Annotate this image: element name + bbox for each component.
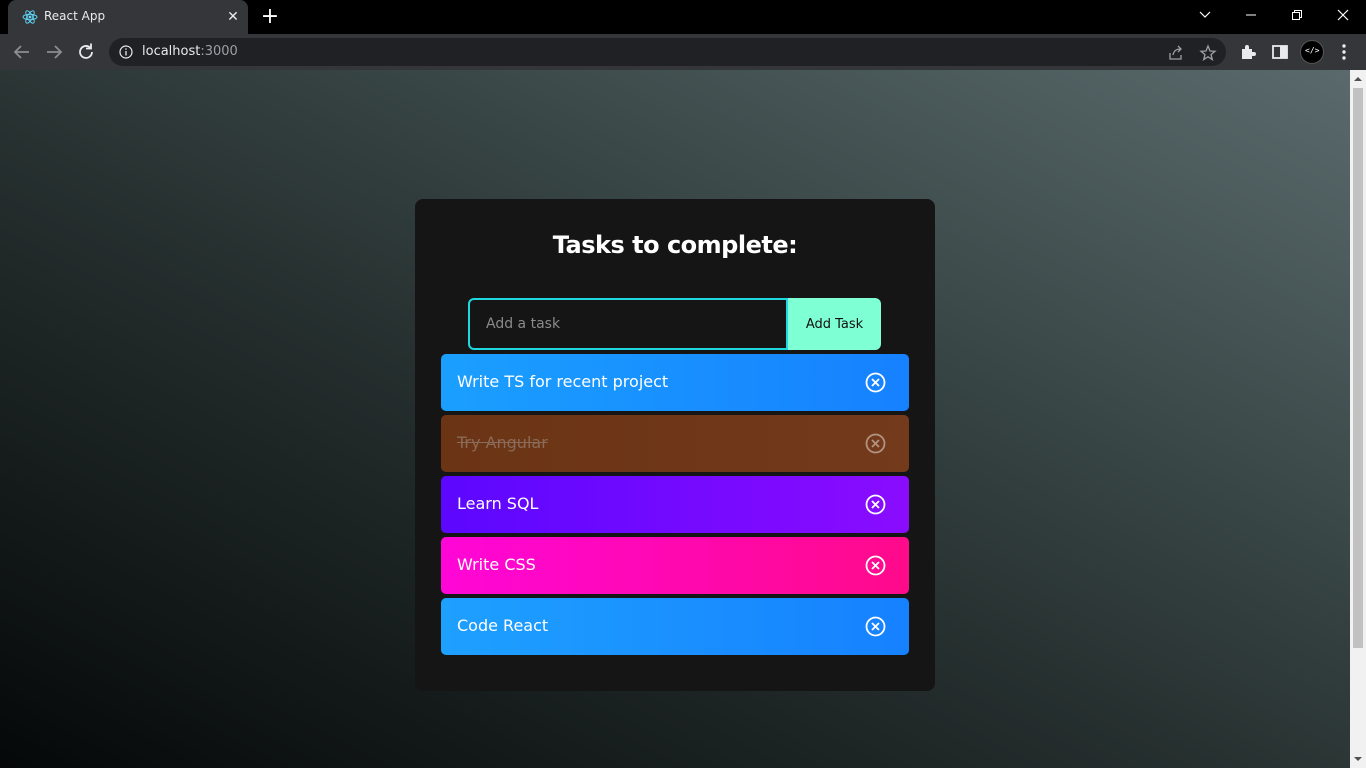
- task-item[interactable]: Code React: [441, 598, 909, 655]
- delete-circle-x-icon[interactable]: [865, 372, 886, 393]
- task-label[interactable]: Code React: [457, 616, 548, 635]
- browser-title-bar: React App ✕ +: [0, 0, 1366, 34]
- back-arrow-icon[interactable]: [10, 40, 34, 64]
- delete-circle-x-icon[interactable]: [865, 494, 886, 515]
- close-window-button[interactable]: [1320, 0, 1366, 30]
- extensions-puzzle-icon[interactable]: [1238, 42, 1258, 62]
- scroll-down-arrow-icon[interactable]: [1354, 755, 1362, 763]
- restore-icon: [1292, 10, 1302, 20]
- restore-button[interactable]: [1274, 0, 1320, 30]
- page-title: Tasks to complete:: [552, 231, 798, 259]
- task-label[interactable]: Try Angular: [457, 433, 548, 452]
- delete-circle-x-icon[interactable]: [865, 616, 886, 637]
- task-item[interactable]: Try Angular: [441, 415, 909, 472]
- url-host: localhost: [142, 44, 201, 59]
- task-label[interactable]: Write CSS: [457, 555, 536, 574]
- tab-title: React App: [44, 9, 106, 23]
- close-icon: [1337, 9, 1349, 21]
- add-task-button[interactable]: Add Task: [788, 298, 881, 350]
- browser-tab[interactable]: React App ✕: [8, 0, 248, 34]
- browser-toolbar: localhost:3000 </>: [0, 34, 1366, 70]
- task-label[interactable]: Write TS for recent project: [457, 372, 668, 391]
- url-port: :3000: [200, 44, 238, 59]
- delete-circle-x-icon[interactable]: [865, 555, 886, 576]
- minimize-button[interactable]: [1228, 0, 1274, 30]
- profile-avatar[interactable]: </>: [1300, 40, 1324, 64]
- bookmark-star-icon[interactable]: [1199, 44, 1217, 62]
- share-icon[interactable]: [1167, 44, 1185, 62]
- chevron-down-icon: [1199, 11, 1211, 18]
- side-panel-icon[interactable]: [1270, 42, 1290, 62]
- url-text[interactable]: localhost:3000: [142, 44, 238, 59]
- react-logo-icon: [22, 10, 38, 24]
- scroll-up-arrow-icon[interactable]: [1354, 75, 1362, 83]
- code-icon: </>: [1305, 46, 1320, 55]
- page-viewport: Tasks to complete: Add Task Write TS for…: [0, 70, 1350, 768]
- info-icon[interactable]: [119, 45, 133, 59]
- tab-search-button[interactable]: [1182, 0, 1228, 30]
- todo-card: Tasks to complete: Add Task Write TS for…: [415, 199, 935, 691]
- task-item[interactable]: Write TS for recent project: [441, 354, 909, 411]
- scrollbar[interactable]: [1350, 70, 1366, 768]
- delete-circle-x-icon[interactable]: [865, 433, 886, 454]
- forward-arrow-icon[interactable]: [42, 40, 66, 64]
- tab-close-icon[interactable]: ✕: [224, 8, 242, 26]
- task-item[interactable]: Write CSS: [441, 537, 909, 594]
- task-label[interactable]: Learn SQL: [457, 494, 538, 513]
- task-item[interactable]: Learn SQL: [441, 476, 909, 533]
- address-bar[interactable]: localhost:3000: [109, 38, 1226, 66]
- add-task-input[interactable]: [468, 298, 788, 350]
- new-tab-button[interactable]: +: [258, 6, 282, 30]
- more-vertical-icon[interactable]: [1334, 42, 1354, 62]
- minimize-icon: [1246, 14, 1256, 16]
- reload-icon[interactable]: [74, 40, 98, 64]
- scrollbar-thumb[interactable]: [1353, 88, 1363, 648]
